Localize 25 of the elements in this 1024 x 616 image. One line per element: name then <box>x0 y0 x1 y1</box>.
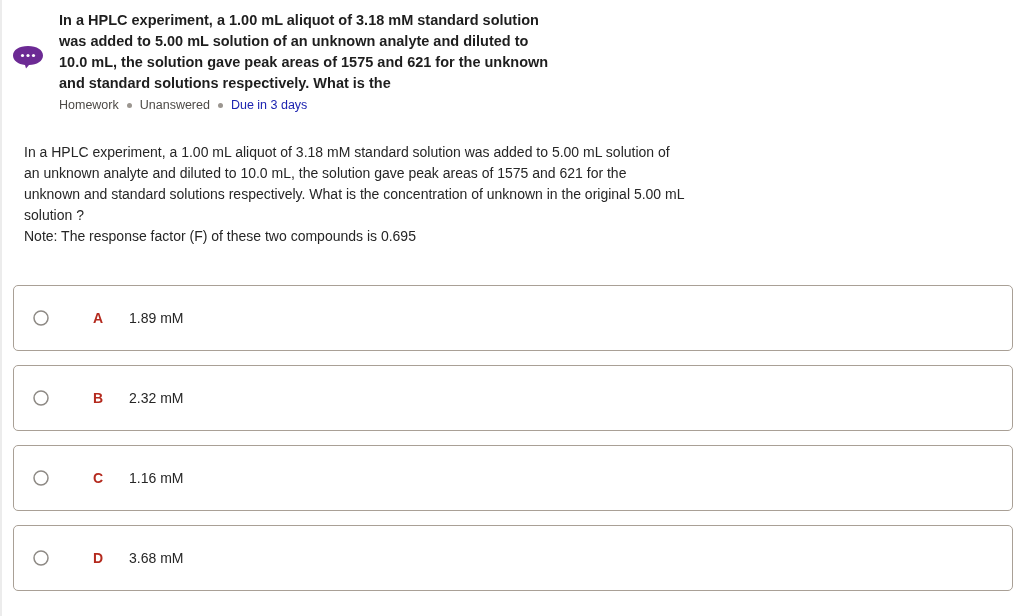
meta-label: Homework <box>59 97 119 114</box>
option-letter: B <box>91 390 105 406</box>
question-title[interactable]: In a HPLC experiment, a 1.00 mL aliquot of 3.18 mM standard solution was added to 5.00 mL solution of an unknown analyte and diluted to 10.0 mL, the solution gave peak areas of 1575 and 621 for the unknown and standard solutions respectively. What is the <box>59 10 549 94</box>
option-letter: A <box>91 310 105 326</box>
option-value: 2.32 mM <box>129 390 184 406</box>
option-letter: C <box>91 470 105 486</box>
answer-option[interactable]: B 2.32 mM <box>13 365 1013 431</box>
due-date-link[interactable]: Due in 3 days <box>230 97 308 114</box>
radio-button-icon[interactable] <box>33 390 49 406</box>
answer-option[interactable]: D 3.68 mM <box>13 525 1013 591</box>
radio-button-icon[interactable] <box>33 550 49 566</box>
meta-label: Unanswered <box>139 97 210 114</box>
radio-button-icon[interactable] <box>33 310 49 326</box>
answer-option[interactable]: C 1.16 mM <box>13 445 1013 511</box>
option-value: 1.89 mM <box>129 310 184 326</box>
question-text: In a HPLC experiment, a 1.00 mL aliquot of 3.18 mM standard solution was added to 5.00 mL solution of an unknown analyte and diluted to 10.0 mL, the solution gave peak areas of 1575 and 621 for the unknown and standard solutions respectively. What is the concentration of unknown in the original 5.00 mL solution ? <box>24 143 684 225</box>
option-value: 3.68 mM <box>129 550 184 566</box>
option-letter: D <box>91 550 105 566</box>
question-text: Note: The response factor (F) of these two compounds is 0.695 <box>24 227 417 246</box>
chat-bubble-icon <box>12 45 44 69</box>
answer-option[interactable]: A 1.89 mM <box>13 285 1013 351</box>
option-value: 1.16 mM <box>129 470 184 486</box>
radio-button-icon[interactable] <box>33 470 49 486</box>
separator-dot-icon <box>126 103 132 108</box>
separator-dot-icon <box>217 103 223 108</box>
